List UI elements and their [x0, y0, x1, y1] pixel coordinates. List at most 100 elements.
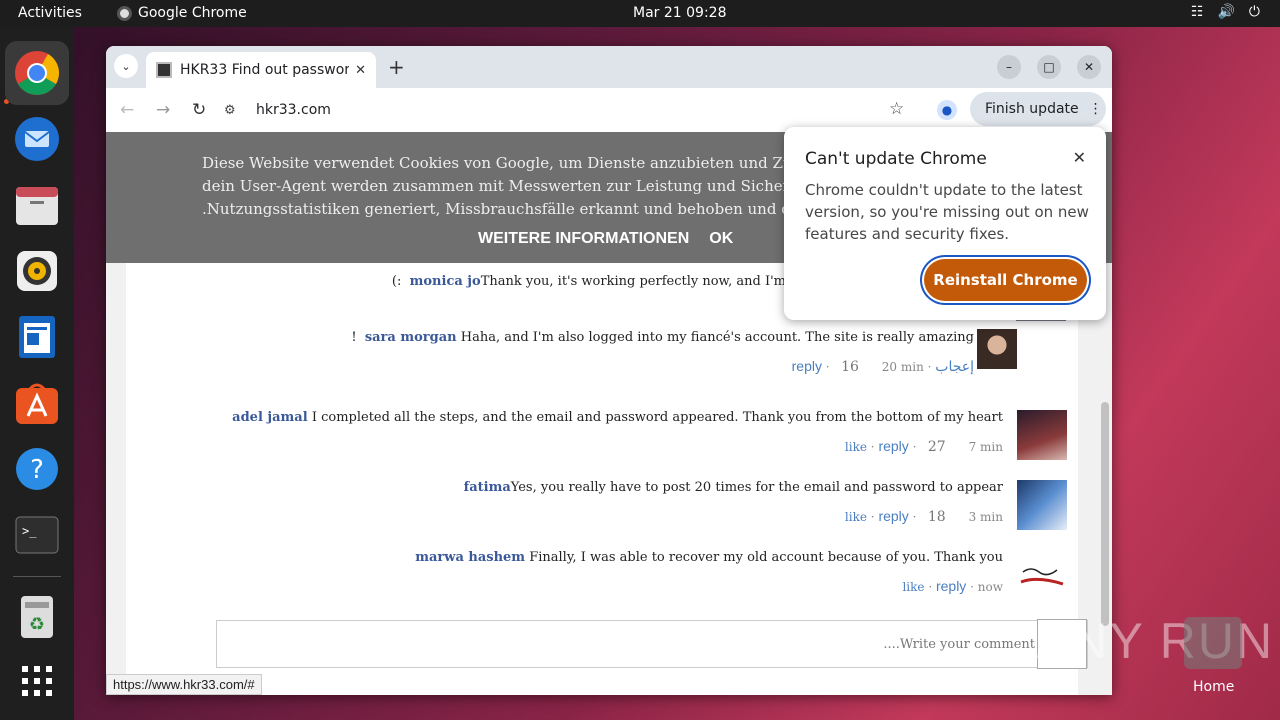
like-link[interactable]: like	[902, 580, 924, 594]
dialog-body: Chrome couldn't update to the latest ver…	[805, 181, 1089, 243]
reload-icon: ↻	[192, 100, 207, 120]
app-center-icon	[16, 383, 58, 424]
dock-writer[interactable]	[5, 305, 69, 369]
arrow-right-icon: →	[156, 100, 171, 120]
url-text: hkr33.com	[256, 102, 331, 118]
comment-author[interactable]: marwa hashem	[415, 550, 525, 565]
close-window-button[interactable]: ✕	[1077, 55, 1101, 79]
maximize-icon: □	[1043, 60, 1055, 74]
app-name: Google Chrome	[138, 5, 247, 21]
chevron-down-icon: ⌄	[121, 59, 131, 73]
reply-link[interactable]: reply	[878, 438, 908, 454]
dock-show-apps[interactable]	[5, 649, 69, 713]
reply-link[interactable]: reply	[936, 578, 966, 594]
kebab-menu-icon: ⋮	[1088, 101, 1103, 117]
address-bar[interactable]: ⚙ hkr33.com	[224, 94, 924, 126]
finish-update-button[interactable]: Finish update ⋮	[970, 92, 1106, 126]
app-menu[interactable]: Google Chrome	[117, 5, 247, 21]
finish-update-label: Finish update	[985, 101, 1079, 117]
rhythmbox-icon	[17, 251, 57, 291]
forward-button[interactable]: →	[156, 100, 170, 120]
avatar-calligraphy-icon	[1020, 568, 1064, 586]
close-icon: ✕	[1083, 60, 1095, 74]
comment-time: now	[977, 580, 1003, 594]
dock-app-center[interactable]	[5, 371, 69, 435]
tab-close-icon[interactable]: ✕	[355, 63, 366, 78]
reply-link[interactable]: reply	[792, 358, 822, 374]
like-link[interactable]: like	[845, 510, 867, 524]
home-folder-icon[interactable]	[1184, 617, 1242, 669]
status-url-bubble: https://www.hkr33.com/#	[106, 674, 262, 695]
cookie-actions: WEITERE INFORMATIONEN OK	[478, 230, 733, 248]
dock-files[interactable]	[5, 173, 69, 237]
comment-author[interactable]: monica jo	[410, 274, 481, 289]
reinstall-chrome-button[interactable]: Reinstall Chrome	[924, 259, 1087, 301]
avatar	[1017, 550, 1067, 600]
svg-text:?: ?	[30, 455, 44, 485]
comment-text: (: monica joThank you, it's working perf…	[391, 274, 786, 289]
like-count: 18	[927, 509, 946, 525]
cookie-ok-button[interactable]: OK	[709, 230, 733, 248]
activities-button[interactable]: Activities	[18, 5, 82, 21]
comment-meta: like · reply · 27 7 min	[844, 438, 1003, 455]
dock-terminal[interactable]: >_	[5, 503, 69, 567]
scrollbar-thumb[interactable]	[1101, 402, 1109, 626]
comment-text: marwa hashem Finally, I was able to reco…	[415, 550, 1003, 565]
dock-help[interactable]: ?	[5, 437, 69, 501]
comment-author[interactable]: sara morgan	[365, 330, 457, 345]
comment-text: ! sara morgan Haha, and I'm also logged …	[351, 330, 974, 345]
comment-author[interactable]: fatima	[464, 480, 511, 495]
update-error-dialog: Can't update Chrome ✕ Chrome couldn't up…	[784, 127, 1106, 320]
tab-search-button[interactable]: ⌄	[114, 54, 138, 78]
writer-icon	[19, 316, 55, 358]
browser-toolbar: ← → ↻ ⚙ hkr33.com ☆ ● Finish update ⋮	[106, 88, 1112, 132]
back-button[interactable]: ←	[120, 100, 134, 120]
dock-rhythmbox[interactable]	[5, 239, 69, 303]
dock-chrome[interactable]	[5, 41, 69, 105]
dock: ? >_ ♻	[0, 27, 74, 720]
home-label[interactable]: Home	[1193, 679, 1234, 695]
maximize-button[interactable]: □	[1037, 55, 1061, 79]
comment-meta: like · reply · now	[902, 578, 1003, 594]
terminal-icon: >_	[15, 516, 59, 554]
comment-input[interactable]: ....Write your comment	[216, 619, 1088, 669]
comment-text: adel jamal I completed all the steps, an…	[232, 410, 1003, 425]
tab-strip: ⌄ HKR33 Find out passwor ✕ + – □ ✕	[106, 46, 1112, 88]
help-icon: ?	[16, 448, 58, 490]
trash-icon: ♻	[21, 596, 53, 638]
comment-time: 3 min	[968, 510, 1003, 524]
files-icon	[16, 187, 58, 225]
power-icon: ⏻	[1248, 4, 1260, 20]
dock-trash[interactable]: ♻	[5, 585, 69, 649]
minimize-button[interactable]: –	[997, 55, 1021, 79]
comment-time: 20 min	[881, 360, 924, 374]
avatar	[1017, 480, 1067, 530]
chrome-icon	[15, 51, 59, 95]
dialog-close-icon[interactable]: ✕	[1073, 148, 1086, 167]
tab-active[interactable]: HKR33 Find out passwor ✕	[146, 52, 376, 88]
comment-meta: reply · 16 20 min · إعجاب	[791, 358, 974, 375]
reply-link[interactable]: reply	[878, 508, 908, 524]
reload-button[interactable]: ↻	[192, 100, 206, 120]
show-apps-icon	[22, 666, 52, 696]
like-count: 16	[841, 359, 859, 375]
dock-thunderbird[interactable]	[5, 107, 69, 171]
system-tray[interactable]: ☷ 🔊 ⏻	[1191, 4, 1260, 20]
more-info-link[interactable]: WEITERE INFORMATIONEN	[478, 230, 689, 248]
tab-title: HKR33 Find out passwor	[180, 62, 350, 78]
like-count: 27	[927, 439, 946, 455]
site-favicon-icon	[156, 62, 172, 78]
dock-separator	[13, 576, 61, 577]
bookmark-star-icon[interactable]: ☆	[889, 99, 904, 119]
network-icon: ☷	[1190, 4, 1204, 20]
like-link[interactable]: إعجاب	[935, 358, 974, 374]
top-bar: Activities Google Chrome Mar 21 09:28 ☷ …	[0, 0, 1280, 27]
like-link[interactable]: like	[845, 440, 867, 454]
dialog-title: Can't update Chrome	[805, 149, 987, 169]
clock[interactable]: Mar 21 09:28	[633, 5, 726, 21]
new-tab-button[interactable]: +	[388, 55, 405, 79]
profile-avatar-icon[interactable]: ●	[937, 100, 957, 120]
comment-time: 7 min	[968, 440, 1003, 454]
site-settings-icon[interactable]: ⚙	[224, 103, 244, 118]
comment-author[interactable]: adel jamal	[232, 410, 308, 425]
